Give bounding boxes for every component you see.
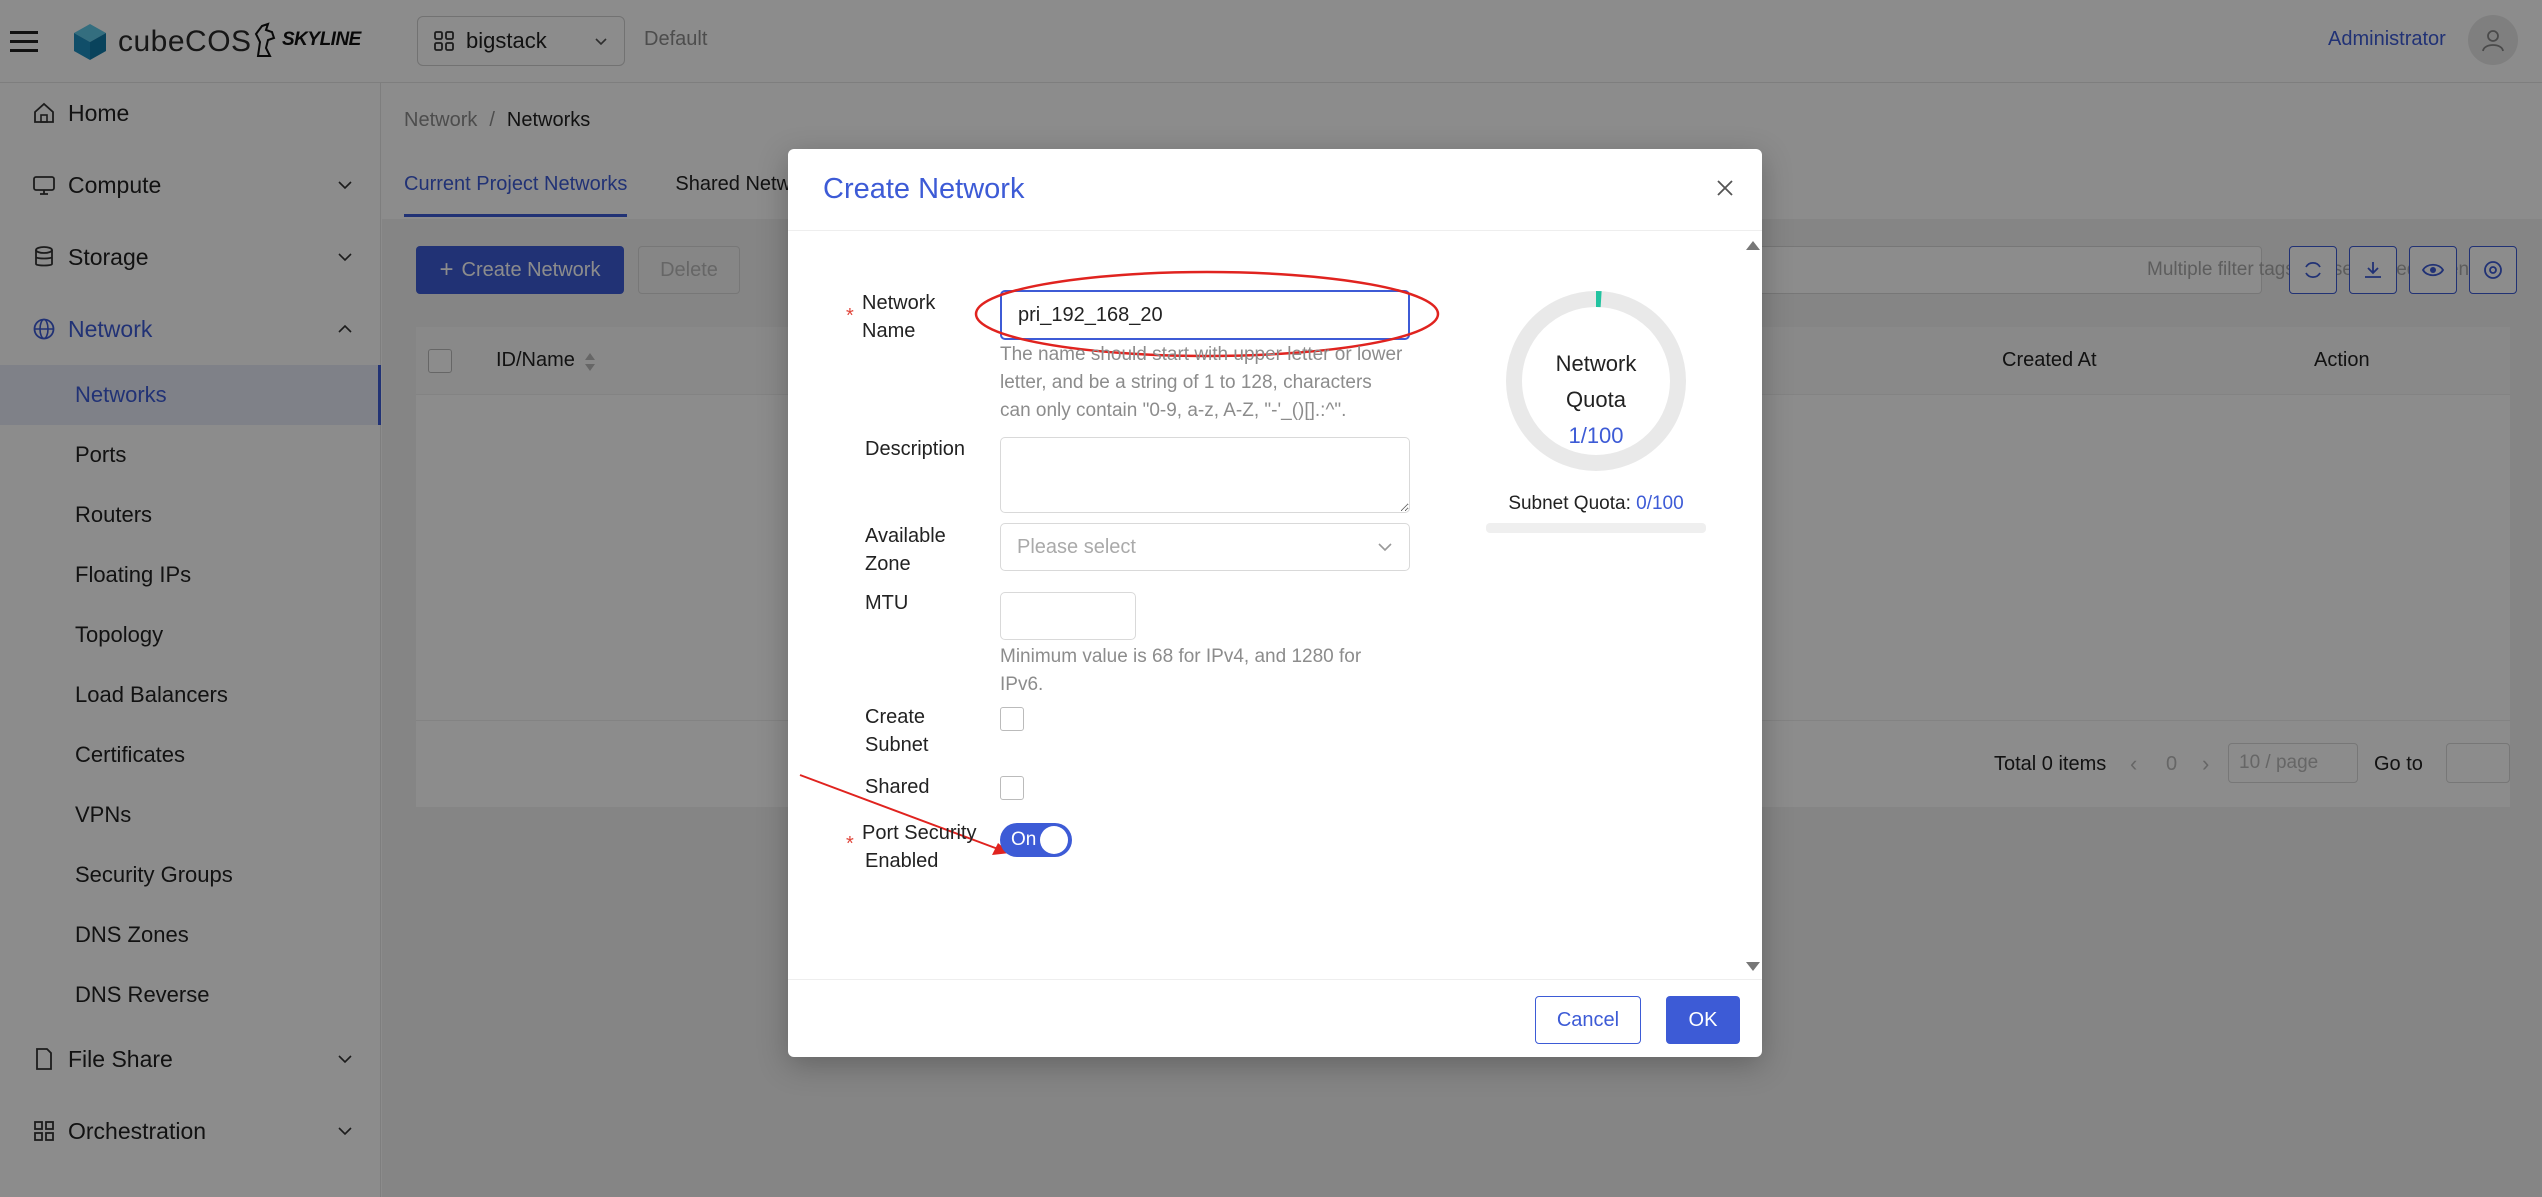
- create-subnet-label-1: Create: [865, 706, 926, 728]
- available-zone-placeholder: Please select: [1017, 535, 1136, 558]
- available-zone-label-1: Available: [865, 525, 946, 547]
- modal-body: * Network Name The name should start wit…: [788, 231, 1762, 979]
- ok-label: OK: [1688, 1008, 1718, 1031]
- subnet-quota-label: Subnet Quota:: [1508, 493, 1631, 514]
- modal-header: Create Network: [788, 149, 1762, 231]
- available-zone-select[interactable]: Please select: [1000, 523, 1410, 571]
- subnet-quota: Subnet Quota: 0/100: [1486, 493, 1706, 515]
- network-name-hint-2: letter, and be a string of 1 to 128, cha…: [1000, 372, 1372, 393]
- close-button[interactable]: [1708, 171, 1742, 205]
- network-name-hint-3: can only contain "0-9, a-z, A-Z, "-'_()[…: [1000, 400, 1347, 421]
- close-icon: [1717, 180, 1733, 196]
- create-subnet-label-2: Subnet: [865, 734, 929, 756]
- quota-value: 1/100: [1568, 423, 1624, 448]
- mtu-hint-1: Minimum value is 68 for IPv4, and 1280 f…: [1000, 646, 1362, 667]
- subnet-quota-value: 0/100: [1636, 493, 1684, 514]
- cancel-button[interactable]: Cancel: [1535, 996, 1641, 1044]
- network-name-hint-1: The name should start with upper letter …: [1000, 344, 1403, 365]
- ok-button[interactable]: OK: [1666, 996, 1740, 1044]
- create-network-dialog: Create Network * Network Name The name s…: [788, 149, 1762, 1057]
- available-zone-label-2: Zone: [865, 553, 911, 575]
- network-name-label-2: Name: [862, 320, 916, 342]
- port-security-label-2: Enabled: [865, 850, 939, 872]
- mtu-input[interactable]: [1000, 592, 1136, 640]
- port-security-label-1: Port Security: [862, 822, 977, 844]
- subnet-quota-bar: [1486, 523, 1706, 533]
- network-name-label-1: Network: [862, 292, 936, 314]
- toggle-state: On: [1011, 829, 1037, 850]
- modal-footer: Cancel OK: [788, 979, 1762, 1057]
- chevron-down-icon: [1378, 543, 1392, 552]
- required-mark: *: [846, 833, 854, 855]
- mtu-hint-2: IPv6.: [1000, 674, 1044, 695]
- description-label: Description: [865, 438, 966, 460]
- description-input[interactable]: [1000, 437, 1410, 513]
- toggle-knob: [1040, 826, 1068, 854]
- modal-title: Create Network: [823, 173, 1025, 205]
- port-security-toggle[interactable]: On: [1000, 823, 1072, 857]
- mtu-label: MTU: [865, 592, 909, 614]
- quota-title-2: Quota: [1566, 387, 1626, 412]
- required-mark: *: [846, 305, 854, 327]
- scroll-down-icon[interactable]: [1744, 957, 1762, 975]
- shared-checkbox[interactable]: [1000, 776, 1024, 800]
- quota-title-1: Network: [1555, 351, 1637, 376]
- scroll-up-icon[interactable]: [1744, 237, 1762, 255]
- create-subnet-checkbox[interactable]: [1000, 707, 1024, 731]
- cancel-label: Cancel: [1556, 1008, 1620, 1031]
- shared-label: Shared: [865, 776, 930, 798]
